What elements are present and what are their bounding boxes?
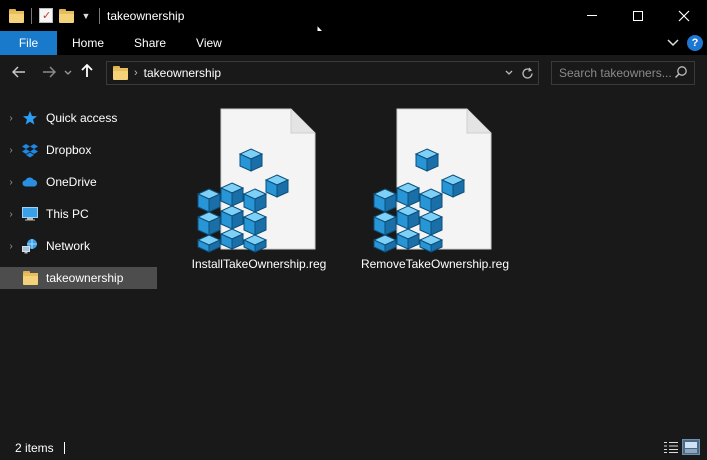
tab-file[interactable]: File — [0, 31, 57, 55]
close-icon — [678, 10, 690, 21]
search-icon[interactable] — [674, 65, 688, 79]
file-name[interactable]: RemoveTakeOwnership.reg — [361, 257, 509, 271]
folder-icon — [22, 270, 38, 286]
details-view-button[interactable] — [663, 440, 679, 454]
toolbar-divider — [31, 7, 32, 24]
window-title: takeownership — [107, 8, 185, 23]
details-view-icon — [664, 442, 678, 453]
ribbon-tabs: File Home Share View ? — [0, 31, 707, 55]
breadcrumb-path[interactable]: takeownership — [144, 66, 221, 80]
view-switcher — [663, 439, 700, 455]
customize-toolbar-icon[interactable]: ▼ — [80, 11, 92, 21]
sidebar-item-takeownership[interactable]: takeownership — [0, 267, 157, 289]
close-button[interactable] — [661, 0, 707, 31]
forward-button[interactable] — [37, 65, 61, 82]
window-controls — [569, 0, 707, 31]
registry-file-icon — [365, 103, 505, 253]
large-icons-view-button[interactable] — [682, 439, 700, 455]
sidebar-item-label: OneDrive — [46, 175, 97, 189]
folder-icon — [9, 8, 24, 23]
navigation-pane: › Quick access › Dropbox › OneDrive › Th… — [0, 91, 160, 409]
sidebar-item-label: This PC — [46, 207, 89, 221]
up-arrow-icon — [81, 63, 93, 77]
title-bar: ▼ takeownership — [0, 0, 707, 31]
toolbar-divider — [99, 7, 100, 24]
tab-share[interactable]: Share — [119, 31, 181, 55]
network-icon — [22, 238, 38, 254]
tab-home[interactable]: Home — [57, 31, 119, 55]
sidebar-item-onedrive[interactable]: › OneDrive — [0, 171, 157, 193]
star-icon — [22, 110, 38, 126]
expand-chevron-icon[interactable]: › — [0, 145, 22, 156]
ribbon-right-controls: ? — [667, 31, 703, 55]
cloud-icon — [22, 174, 38, 190]
sidebar-item-label: takeownership — [46, 271, 124, 285]
file-item[interactable]: InstallTakeOwnership.reg — [174, 103, 344, 273]
help-icon[interactable]: ? — [687, 35, 703, 51]
forward-arrow-icon — [43, 65, 57, 78]
sidebar-item-label: Network — [46, 239, 91, 253]
sidebar-item-this-pc[interactable]: › This PC — [0, 203, 157, 225]
dropbox-icon — [22, 142, 38, 158]
maximize-button[interactable] — [615, 0, 661, 31]
expand-chevron-icon[interactable]: › — [0, 241, 22, 252]
file-name[interactable]: InstallTakeOwnership.reg — [192, 257, 327, 271]
navigation-bar: › takeownership — [0, 55, 707, 91]
sidebar-item-label: Dropbox — [46, 143, 92, 157]
expand-ribbon-icon[interactable] — [667, 39, 679, 47]
computer-icon — [22, 206, 38, 222]
sidebar-item-quick-access[interactable]: › Quick access — [0, 107, 157, 129]
up-button[interactable] — [75, 63, 99, 83]
sidebar-item-network[interactable]: › Network — [0, 235, 157, 257]
search-box[interactable] — [551, 61, 695, 85]
back-arrow-icon — [11, 65, 25, 78]
status-divider — [64, 442, 65, 454]
properties-icon[interactable] — [39, 8, 53, 23]
large-icons-view-icon — [685, 442, 697, 453]
address-bar[interactable]: › takeownership — [106, 61, 539, 85]
search-input[interactable] — [559, 66, 671, 80]
refresh-icon[interactable] — [521, 67, 534, 80]
status-bar: 2 items — [0, 409, 707, 460]
chevron-down-icon — [64, 70, 72, 75]
minimize-button[interactable] — [569, 0, 615, 31]
expand-chevron-icon[interactable]: › — [0, 209, 22, 220]
registry-file-icon — [189, 103, 329, 253]
recent-locations-button[interactable] — [61, 68, 75, 78]
address-dropdown-icon[interactable] — [505, 70, 513, 76]
expand-chevron-icon[interactable]: › — [0, 113, 22, 124]
file-list: InstallTakeOwnership.reg RemoveTakeOwner… — [160, 91, 707, 409]
expand-chevron-icon[interactable]: › — [0, 177, 22, 188]
sidebar-item-label: Quick access — [46, 111, 118, 125]
item-count: 2 items — [15, 441, 54, 455]
folder-icon — [113, 66, 128, 80]
back-button[interactable] — [7, 65, 31, 82]
sidebar-item-dropbox[interactable]: › Dropbox — [0, 139, 157, 161]
quick-access-toolbar: ▼ — [0, 0, 101, 31]
file-item[interactable]: RemoveTakeOwnership.reg — [350, 103, 520, 273]
tab-view[interactable]: View — [181, 31, 237, 55]
new-folder-icon[interactable] — [59, 8, 74, 23]
breadcrumb-separator-icon[interactable]: › — [134, 67, 138, 79]
